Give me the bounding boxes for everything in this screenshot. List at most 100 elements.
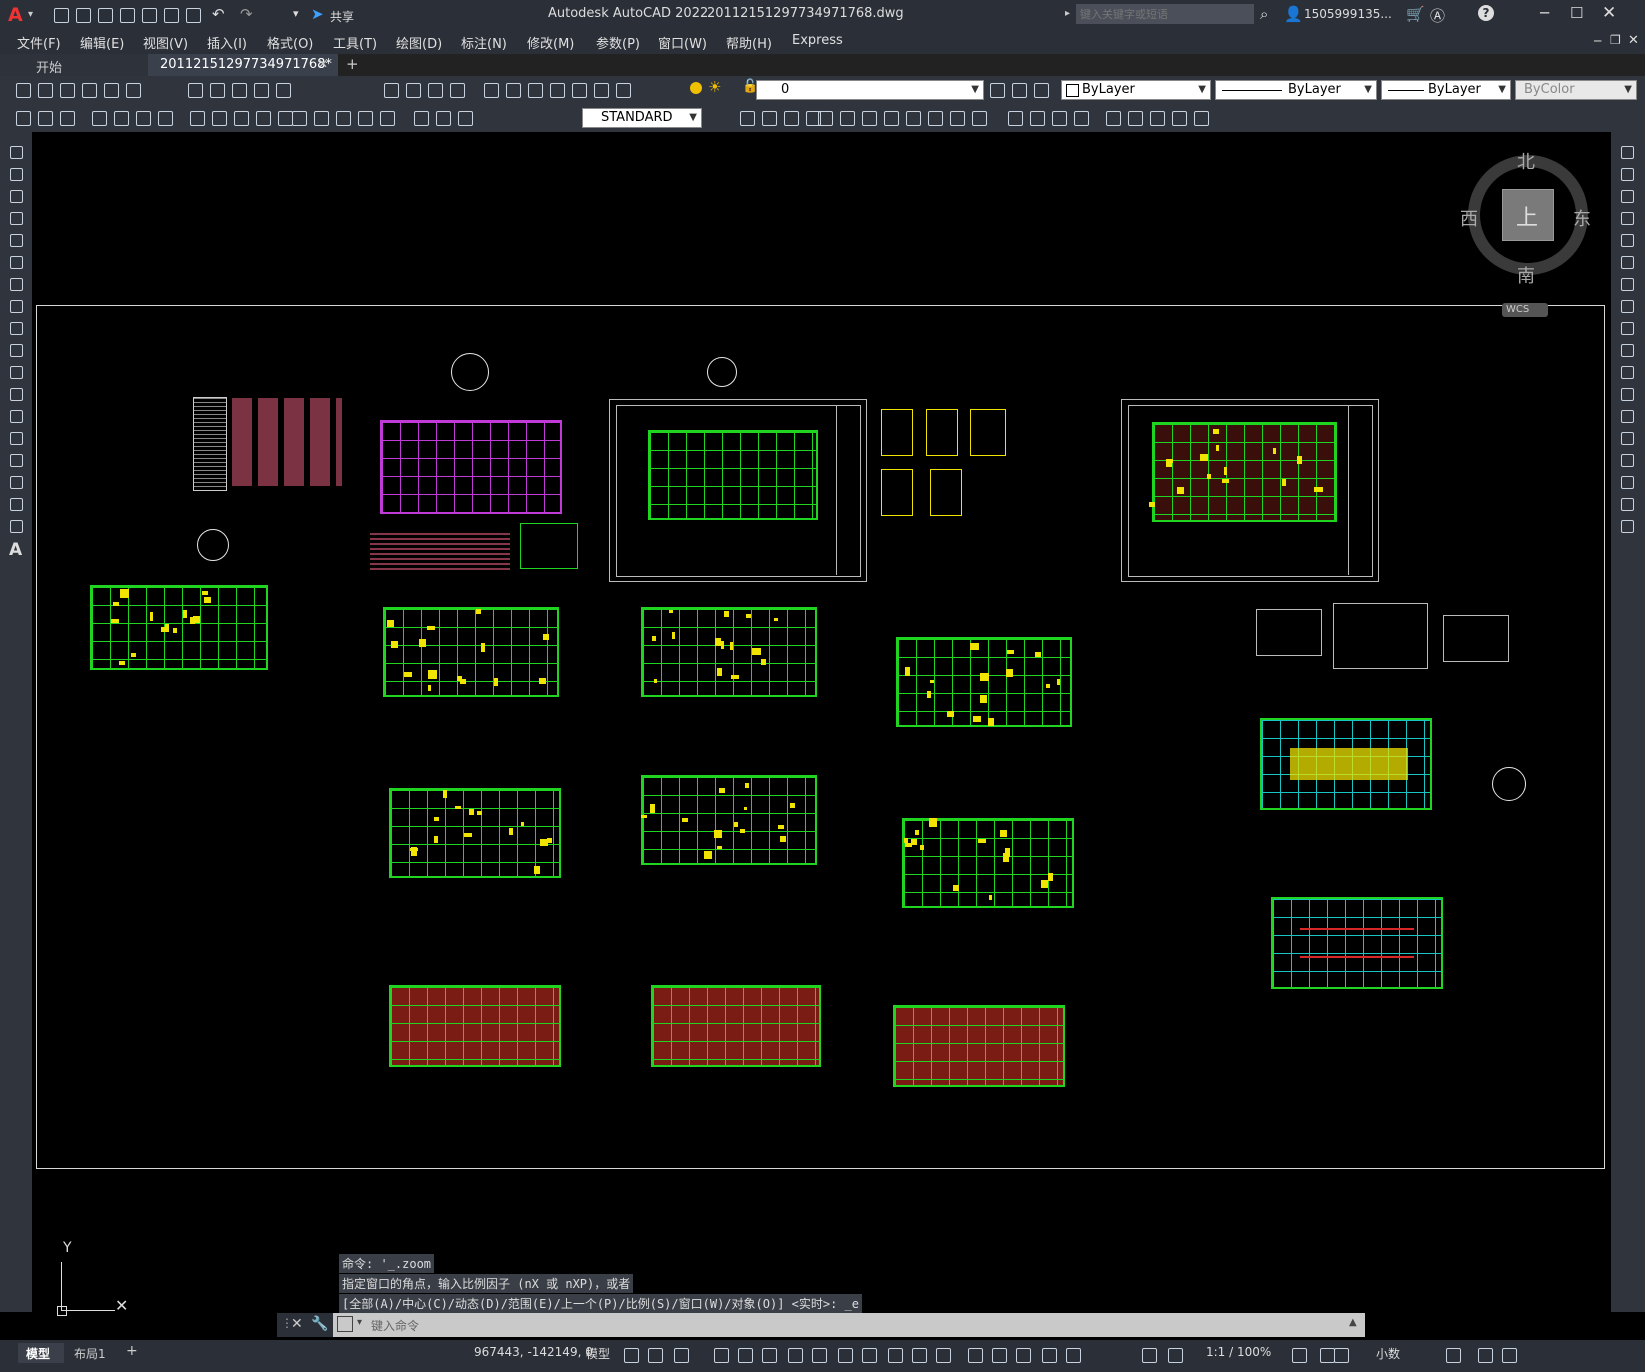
properties-icon[interactable] (482, 81, 500, 99)
mirror-icon[interactable] (782, 109, 800, 127)
command-customize-icon[interactable]: 🔧 (311, 1316, 328, 1332)
transparency-icon[interactable] (860, 1346, 878, 1364)
minimize-icon[interactable]: ─ (1540, 4, 1549, 22)
command-prompt-icon[interactable] (337, 1316, 353, 1332)
user-icon[interactable]: 👤 (1284, 5, 1303, 23)
menu-item[interactable]: 帮助(H) (726, 33, 772, 52)
menu-item[interactable]: 修改(M) (527, 33, 574, 52)
undo-icon[interactable]: ↶ (212, 5, 225, 23)
menu-item[interactable]: 编辑(E) (80, 33, 124, 52)
jogged-icon[interactable] (210, 109, 228, 127)
inspect-icon[interactable] (434, 109, 452, 127)
units-icon[interactable] (1166, 1346, 1184, 1364)
cut-icon[interactable] (186, 81, 204, 99)
tool-palettes-icon[interactable] (526, 81, 544, 99)
baseline-icon[interactable] (290, 109, 308, 127)
point-icon[interactable] (7, 429, 25, 447)
adjust-icon[interactable] (1170, 109, 1188, 127)
menu-item[interactable]: 文件(F) (17, 33, 61, 52)
rectangle-icon[interactable] (7, 231, 25, 249)
command-recent-arrow-icon[interactable]: ▾ (357, 1317, 362, 1328)
zoom-previous-icon[interactable] (448, 81, 466, 99)
copy-object-icon[interactable] (760, 109, 778, 127)
revision-cloud-icon[interactable] (7, 297, 25, 315)
graphics-performance-icon[interactable] (1444, 1346, 1462, 1364)
autodesk-app-icon[interactable]: Ⓐ (1430, 5, 1445, 26)
help-icon[interactable] (614, 81, 632, 99)
erase-icon[interactable] (1618, 143, 1636, 161)
lineweight-icon[interactable] (836, 1346, 854, 1364)
linear-dimension-icon[interactable] (90, 109, 108, 127)
trim-icon[interactable] (926, 109, 944, 127)
space-icon[interactable] (334, 109, 352, 127)
units-selector[interactable]: 小数 (1376, 1345, 1400, 1362)
insert-block-icon[interactable] (7, 385, 25, 403)
menu-item[interactable]: 标注(N) (461, 33, 507, 52)
color-dropdown[interactable]: ByLayer ▼ (1061, 80, 1211, 100)
copy-icon[interactable] (1618, 165, 1636, 183)
hatch-icon[interactable] (7, 451, 25, 469)
doc-restore-icon[interactable]: ❐ (1610, 33, 1621, 47)
extend-icon[interactable] (1618, 363, 1636, 381)
mirror-icon[interactable] (1618, 187, 1636, 205)
match-properties-icon[interactable] (252, 81, 270, 99)
arc-icon[interactable] (7, 253, 25, 271)
explode-icon[interactable] (1072, 109, 1090, 127)
polyline-icon[interactable] (7, 187, 25, 205)
explode-icon[interactable] (1618, 517, 1636, 535)
maximize-icon[interactable]: ☐ (1570, 4, 1583, 22)
viewcube-south[interactable]: 南 (1517, 262, 1535, 288)
zoom-window-icon[interactable] (426, 81, 444, 99)
publish-icon[interactable] (124, 81, 142, 99)
annotation-scale[interactable]: 1:1 / 100% (1206, 1345, 1271, 1359)
layer-on-icon[interactable] (690, 82, 702, 94)
break-icon[interactable] (356, 109, 374, 127)
quick-properties-icon[interactable] (1290, 1346, 1308, 1364)
gradient-icon[interactable] (7, 473, 25, 491)
rotate-icon[interactable] (1618, 275, 1636, 293)
tab-active-drawing[interactable]: 20112151297734971768* ✕ (148, 54, 338, 76)
viewcube-top-face[interactable]: 上 (1502, 189, 1554, 241)
menu-item[interactable]: 视图(V) (143, 33, 188, 52)
qnew-icon[interactable] (14, 81, 32, 99)
app-menu-arrow-icon[interactable]: ▾ (28, 9, 33, 20)
spline-icon[interactable] (7, 319, 25, 337)
open-web-icon[interactable] (140, 6, 158, 24)
customize-qat-icon[interactable]: ▾ (293, 7, 299, 20)
layer-walk-icon[interactable] (58, 109, 76, 127)
quickcalc-icon[interactable] (592, 81, 610, 99)
clip-icon[interactable] (1148, 109, 1166, 127)
zoom-realtime-icon[interactable] (404, 81, 422, 99)
plot-icon[interactable] (80, 81, 98, 99)
redo-icon[interactable]: ↷ (240, 5, 253, 23)
object-snap-icon[interactable] (810, 1346, 828, 1364)
tolerance-icon[interactable] (378, 109, 396, 127)
menu-item[interactable]: 插入(I) (207, 33, 247, 52)
chamfer-icon[interactable] (1028, 109, 1046, 127)
break-icon[interactable] (1618, 407, 1636, 425)
copy-icon[interactable] (208, 81, 226, 99)
make-block-icon[interactable] (7, 407, 25, 425)
object-snap-tracking-icon[interactable] (786, 1346, 804, 1364)
share-label[interactable]: 共享 (330, 8, 354, 25)
new-icon[interactable] (52, 6, 70, 24)
snap-icon[interactable] (646, 1346, 664, 1364)
rotate-icon[interactable] (860, 109, 878, 127)
new-workspace-icon[interactable] (14, 109, 32, 127)
menu-item[interactable]: Express (792, 33, 843, 48)
layer-properties-icon[interactable] (1032, 81, 1050, 99)
menu-item[interactable]: 窗口(W) (658, 33, 707, 52)
polar-icon[interactable] (736, 1346, 754, 1364)
lineweight-dropdown[interactable]: ByLayer ▼ (1381, 80, 1511, 100)
continue-icon[interactable] (312, 109, 330, 127)
region-icon[interactable] (7, 495, 25, 513)
layer-freeze-icon[interactable]: ☀ (708, 78, 721, 96)
dynamic-ucs-icon[interactable] (934, 1346, 952, 1364)
text-style-dropdown[interactable]: STANDARD ▼ (582, 108, 702, 128)
move-icon[interactable] (1618, 253, 1636, 271)
scale-icon[interactable] (1618, 297, 1636, 315)
block-editor-icon[interactable] (274, 81, 292, 99)
gizmo-icon[interactable] (990, 1346, 1008, 1364)
isolate-icon[interactable] (1332, 1346, 1350, 1364)
layer-dropdown[interactable]: 0 ▼ (756, 80, 984, 100)
